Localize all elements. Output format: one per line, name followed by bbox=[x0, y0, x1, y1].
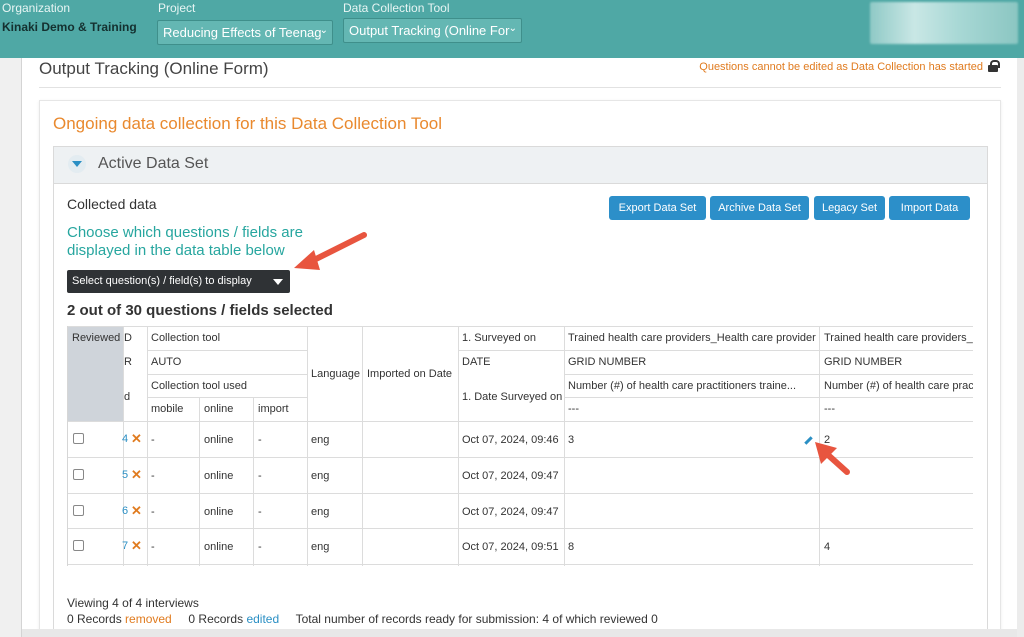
imported-on-header: Imported on Date bbox=[367, 368, 452, 380]
online-cell: online bbox=[204, 506, 234, 518]
language-cell: eng bbox=[311, 506, 330, 518]
tool-label: Data Collection Tool bbox=[343, 1, 450, 15]
mobile-cell: - bbox=[151, 434, 155, 446]
online-cell: online bbox=[204, 470, 234, 482]
record-id-link[interactable]: 6 bbox=[122, 505, 128, 517]
reviewed-checkbox[interactable] bbox=[73, 505, 84, 516]
import-cell: - bbox=[258, 506, 262, 518]
mobile-cell: - bbox=[151, 470, 155, 482]
online-cell: online bbox=[204, 541, 234, 553]
date-surveyed-on-header: 1. Date Surveyed on bbox=[462, 391, 563, 403]
chevron-down-icon: ⌄ bbox=[508, 23, 517, 34]
archive-data-set-button[interactable]: Archive Data Set bbox=[710, 196, 809, 220]
removed-link[interactable]: removed bbox=[125, 612, 172, 626]
surveyed-on-header: 1. Surveyed on bbox=[462, 332, 536, 344]
record-id-link[interactable]: 4 bbox=[122, 433, 128, 445]
reviewed-checkbox[interactable] bbox=[73, 433, 84, 444]
project-select[interactable]: Reducing Effects of Teenag ⌄ bbox=[157, 20, 333, 45]
tool-select-value: Output Tracking (Online For bbox=[349, 23, 510, 38]
surveyed-cell: Oct 07, 2024, 09:46 bbox=[462, 434, 559, 446]
question-3-header: Trained health care providers_H bbox=[824, 332, 973, 344]
import-data-button[interactable]: Import Data bbox=[889, 196, 970, 220]
question-3-description: Number (#) of health care prac bbox=[824, 380, 973, 392]
question-2-cell[interactable]: 3 bbox=[568, 434, 574, 446]
caret-down-icon bbox=[273, 279, 283, 285]
question-3-type: GRID NUMBER bbox=[824, 356, 903, 368]
fields-select-dropdown[interactable]: Select question(s) / field(s) to display bbox=[67, 270, 290, 293]
horizontal-scrollbar[interactable] bbox=[22, 629, 1017, 637]
import-header: import bbox=[258, 403, 289, 415]
import-cell: - bbox=[258, 434, 262, 446]
viewing-count: Viewing 4 of 4 interviews bbox=[67, 596, 199, 610]
id-header-fragment: R bbox=[124, 356, 132, 368]
online-cell: online bbox=[204, 434, 234, 446]
collection-tool-type: AUTO bbox=[151, 356, 182, 368]
right-scrollbar[interactable] bbox=[1017, 58, 1024, 637]
selected-count: 2 out of 30 questions / fields selected bbox=[67, 302, 333, 319]
reviewed-checkbox[interactable] bbox=[73, 469, 84, 480]
user-avatar[interactable] bbox=[870, 2, 1018, 44]
collected-data-label: Collected data bbox=[67, 196, 157, 212]
ongoing-heading: Ongoing data collection for this Data Co… bbox=[53, 114, 443, 133]
question-2-header: Trained health care providers_Health car… bbox=[568, 332, 816, 344]
question-2-description: Number (#) of health care practitioners … bbox=[568, 380, 797, 392]
question-2-dash: --- bbox=[568, 403, 579, 415]
question-3-dash: --- bbox=[824, 403, 835, 415]
language-cell: eng bbox=[311, 434, 330, 446]
surveyed-cell: Oct 07, 2024, 09:51 bbox=[462, 541, 559, 553]
collection-tool-header: Collection tool bbox=[151, 332, 221, 344]
chevron-down-icon: ⌄ bbox=[319, 25, 328, 36]
reviewed-header[interactable]: Reviewed bbox=[72, 332, 120, 344]
surveyed-cell: Oct 07, 2024, 09:47 bbox=[462, 470, 559, 482]
mobile-header: mobile bbox=[151, 403, 184, 415]
fields-select-label: Select question(s) / field(s) to display bbox=[72, 275, 252, 287]
lock-notice-text: Questions cannot be edited as Data Colle… bbox=[699, 61, 983, 73]
total-records-text: Total number of records ready for submis… bbox=[295, 612, 658, 626]
legacy-set-button[interactable]: Legacy Set bbox=[814, 196, 885, 220]
title-divider bbox=[39, 87, 1001, 88]
project-select-value: Reducing Effects of Teenag bbox=[163, 25, 322, 40]
language-header: Language bbox=[311, 368, 360, 380]
export-data-set-button[interactable]: Export Data Set bbox=[609, 196, 706, 220]
question-2-cell[interactable]: 8 bbox=[568, 541, 574, 553]
surveyed-on-type: DATE bbox=[462, 356, 491, 368]
reviewed-checkbox[interactable] bbox=[73, 540, 84, 551]
language-cell: eng bbox=[311, 541, 330, 553]
record-id-link[interactable]: 7 bbox=[122, 540, 128, 552]
organization-label: Organization bbox=[2, 1, 71, 15]
mobile-cell: - bbox=[151, 506, 155, 518]
edited-link[interactable]: edited bbox=[246, 612, 279, 626]
online-header: online bbox=[204, 403, 234, 415]
question-2-type: GRID NUMBER bbox=[568, 356, 647, 368]
import-cell: - bbox=[258, 470, 262, 482]
collapse-caret-icon[interactable] bbox=[68, 155, 86, 173]
lock-icon bbox=[988, 60, 1000, 72]
language-cell: eng bbox=[311, 470, 330, 482]
id-header-fragment: D bbox=[124, 332, 132, 344]
record-id-link[interactable]: 5 bbox=[122, 469, 128, 481]
edit-pencil-icon[interactable] bbox=[804, 436, 813, 445]
id-header-fragment: d bbox=[124, 391, 131, 403]
tool-select[interactable]: Output Tracking (Online For ⌄ bbox=[343, 18, 522, 43]
annotation-arrow-icon bbox=[294, 232, 367, 270]
import-cell: - bbox=[258, 541, 262, 553]
left-sidebar-rail bbox=[0, 58, 22, 637]
remove-record-icon[interactable]: ✕ bbox=[131, 503, 142, 519]
edited-prefix: 0 Records bbox=[188, 612, 244, 626]
remove-record-icon[interactable]: ✕ bbox=[131, 431, 142, 447]
organization-name: Kinaki Demo & Training bbox=[2, 20, 137, 34]
project-label: Project bbox=[158, 1, 196, 15]
surveyed-cell: Oct 07, 2024, 09:47 bbox=[462, 506, 559, 518]
question-3-cell[interactable]: 4 bbox=[824, 541, 830, 553]
lock-notice: Questions cannot be edited as Data Colle… bbox=[699, 60, 1000, 73]
removed-prefix: 0 Records bbox=[67, 612, 122, 626]
page-title: Output Tracking (Online Form) bbox=[39, 59, 269, 78]
remove-record-icon[interactable]: ✕ bbox=[131, 467, 142, 483]
collection-tool-used-header: Collection tool used bbox=[151, 380, 248, 392]
annotation-arrow-icon bbox=[815, 442, 850, 475]
mobile-cell: - bbox=[151, 541, 155, 553]
records-summary: 0 Records removed 0 Records edited Total… bbox=[67, 612, 658, 626]
active-data-set-title: Active Data Set bbox=[98, 155, 209, 172]
remove-record-icon[interactable]: ✕ bbox=[131, 538, 142, 554]
